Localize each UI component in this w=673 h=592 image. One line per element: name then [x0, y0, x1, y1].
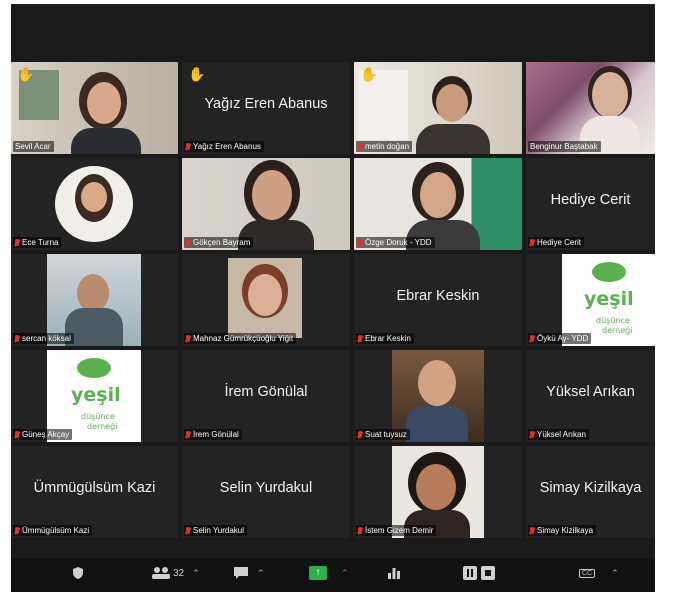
name-label: Simay Kizilkaya	[528, 525, 597, 536]
participants-icon	[152, 567, 170, 579]
muted-mic-icon	[530, 527, 534, 534]
name-label: Yüksel Arıkan	[528, 429, 589, 440]
participant-tile-19[interactable]: İstem Gizem Demir	[354, 446, 522, 538]
participant-tile-16[interactable]: Yüksel Arıkan Yüksel Arıkan	[526, 350, 655, 442]
muted-mic-icon	[15, 527, 19, 534]
name-label: Suat tuysuz	[356, 429, 410, 440]
stop-icon	[481, 566, 495, 580]
raised-hand-icon: ✋	[360, 66, 378, 82]
participants-button[interactable]: 32 ⌃	[151, 558, 200, 588]
cc-icon: CC	[579, 568, 596, 578]
display-name: İrem Gönülal	[224, 384, 308, 400]
name-label: Gökçen Bayram	[184, 237, 254, 248]
bar-chart-icon	[388, 568, 400, 579]
polls-button[interactable]	[387, 558, 401, 588]
muted-mic-icon	[358, 431, 362, 438]
participant-tile-18[interactable]: Selin Yurdakul Selin Yurdakul	[182, 446, 350, 538]
display-name: Selin Yurdakul	[219, 480, 313, 496]
name-label: Ümmügülsüm Kazi	[13, 525, 93, 536]
participant-tile-17[interactable]: Ümmügülsüm Kazi Ümmügülsüm Kazi	[11, 446, 178, 538]
participant-tile-4[interactable]: Benginur Baştabak	[526, 62, 655, 154]
participant-tile-13[interactable]: yeşil düşünce derneği Güneş Akçay	[11, 350, 178, 442]
muted-mic-icon	[15, 431, 19, 438]
muted-mic-icon	[530, 239, 534, 246]
meeting-toolbar: 32 ⌃ ⌃ ↑ ⌃ CC ⌃	[11, 558, 655, 592]
display-name: Ümmügülsüm Kazi	[33, 480, 156, 496]
raised-hand-icon: ✋	[17, 66, 35, 82]
chat-button[interactable]: ⌃	[233, 558, 265, 588]
gallery-grid: ✋ Sevil Acar ✋ Yağız Eren Abanus Yağız E…	[11, 62, 655, 542]
participant-tile-9[interactable]: sercan köksal	[11, 254, 178, 346]
muted-mic-icon	[358, 335, 362, 342]
closed-caption-button[interactable]: CC ⌃	[579, 558, 619, 588]
name-label: Ebrar Keskin	[356, 333, 414, 344]
muted-mic-icon	[530, 431, 534, 438]
display-name: Yüksel Arıkan	[546, 384, 635, 400]
participant-tile-12[interactable]: yeşil düşünce derneği Öykü Ay- YDD	[526, 254, 655, 346]
display-name: Ebrar Keskin	[396, 288, 480, 304]
name-label: İstem Gizem Demir	[356, 525, 437, 536]
name-label: Sevil Acar	[13, 141, 54, 152]
share-screen-button[interactable]: ↑ ⌃	[309, 558, 349, 588]
name-label: Ece Turna	[13, 237, 62, 248]
name-label: Güneş Akçay	[13, 429, 73, 440]
participant-tile-3[interactable]: ✋ metin doğan	[354, 62, 522, 154]
display-name: Simay Kizilkaya	[539, 480, 642, 496]
participants-count: 32	[173, 567, 185, 579]
participant-tile-7[interactable]: Özge Doruk - YDD	[354, 158, 522, 250]
pause-icon	[463, 566, 477, 580]
participant-tile-15[interactable]: Suat tuysuz	[354, 350, 522, 442]
display-name: Hediye Cerit	[550, 192, 631, 208]
name-label: Öykü Ay- YDD	[528, 333, 592, 344]
muted-mic-icon	[186, 527, 190, 534]
muted-mic-icon	[358, 527, 362, 534]
muted-mic-icon	[186, 239, 190, 246]
name-label: metin doğan	[356, 141, 413, 152]
name-label: Yağız Eren Abanus	[184, 141, 264, 152]
participant-tile-14[interactable]: İrem Gönülal İrem Gönülal	[182, 350, 350, 442]
muted-mic-icon	[186, 143, 190, 150]
muted-mic-icon	[186, 431, 190, 438]
chevron-up-icon[interactable]: ⌃	[341, 568, 349, 579]
muted-mic-icon	[530, 335, 534, 342]
raised-hand-icon: ✋	[188, 66, 206, 82]
name-label: Hediye Cerit	[528, 237, 585, 248]
chevron-up-icon[interactable]: ⌃	[257, 568, 265, 579]
shield-icon	[73, 567, 83, 579]
participant-tile-5[interactable]: Ece Turna	[11, 158, 178, 250]
name-label: Mahnaz Gümrükçüoğlu Yiğit	[184, 333, 297, 344]
share-screen-icon: ↑	[309, 566, 327, 580]
muted-mic-icon	[186, 335, 190, 342]
participant-tile-2[interactable]: ✋ Yağız Eren Abanus Yağız Eren Abanus	[182, 62, 350, 154]
record-button[interactable]	[463, 558, 495, 588]
display-name: Yağız Eren Abanus	[204, 96, 328, 112]
name-label: İrem Gönülal	[184, 429, 242, 440]
participant-tile-11[interactable]: Ebrar Keskin Ebrar Keskin	[354, 254, 522, 346]
name-label: Özge Doruk - YDD	[356, 237, 435, 248]
meeting-window: ✋ Sevil Acar ✋ Yağız Eren Abanus Yağız E…	[11, 4, 655, 592]
participant-tile-10[interactable]: Mahnaz Gümrükçüoğlu Yiğit	[182, 254, 350, 346]
security-button[interactable]	[71, 558, 85, 588]
muted-mic-icon	[15, 239, 19, 246]
name-label: sercan köksal	[13, 333, 74, 344]
participant-tile-8[interactable]: Hediye Cerit Hediye Cerit	[526, 158, 655, 250]
muted-mic-icon	[358, 239, 362, 246]
participant-tile-1[interactable]: ✋ Sevil Acar	[11, 62, 178, 154]
chevron-up-icon[interactable]: ⌃	[611, 568, 619, 579]
chevron-up-icon[interactable]: ⌃	[192, 568, 200, 579]
name-label: Selin Yurdakul	[184, 525, 247, 536]
participant-tile-20[interactable]: Simay Kizilkaya Simay Kizilkaya	[526, 446, 655, 538]
muted-mic-icon	[358, 143, 362, 150]
participant-tile-6[interactable]: Gökçen Bayram	[182, 158, 350, 250]
muted-mic-icon	[15, 335, 19, 342]
chat-icon	[234, 567, 248, 579]
name-label: Benginur Baştabak	[528, 141, 601, 152]
